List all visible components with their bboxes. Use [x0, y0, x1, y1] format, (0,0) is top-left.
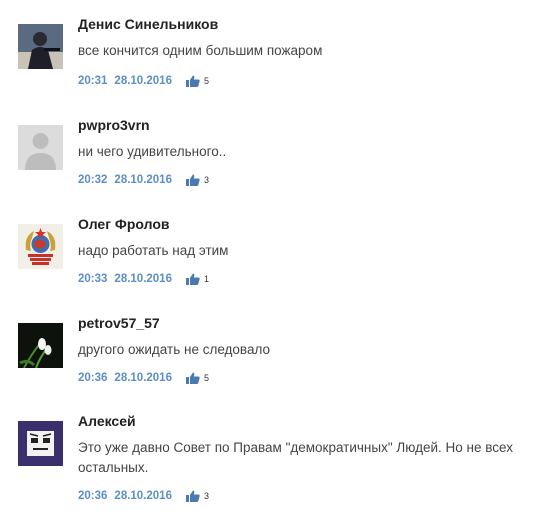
comment-author[interactable]: Олег Фролов [78, 216, 170, 232]
comment-date: 28.10.2016 [114, 372, 172, 384]
comment-author[interactable]: Алексей [78, 413, 136, 429]
comment-author[interactable]: Денис Синельников [78, 16, 218, 32]
comment-meta: 20:36 28.10.2016 3 [78, 490, 209, 502]
comment-time[interactable]: 20:31 [78, 75, 107, 87]
comment-time[interactable]: 20:33 [78, 273, 107, 285]
like-count: 5 [203, 76, 209, 86]
comment-date: 28.10.2016 [114, 490, 172, 502]
comment-date: 28.10.2016 [114, 75, 172, 87]
comment-author[interactable]: petrov57_57 [78, 315, 160, 331]
comment-time[interactable]: 20:36 [78, 490, 107, 502]
thumbs-up-icon [185, 273, 200, 285]
comment-text: другого ожидать не следовало [78, 342, 270, 357]
like-button[interactable]: 3 [185, 174, 209, 186]
thumbs-up-icon [185, 490, 200, 502]
like-button[interactable]: 5 [185, 372, 209, 384]
comment-text: все кончится одним большим пожаром [78, 43, 323, 58]
comment-text: Это уже давно Совет по Правам "демократи… [78, 440, 513, 475]
comment-meta: 20:31 28.10.2016 5 [78, 75, 209, 87]
like-button[interactable]: 3 [185, 490, 209, 502]
comments-list: Денис Синельников все кончится одним бол… [0, 0, 544, 511]
like-count: 5 [203, 373, 209, 383]
comment-meta: 20:32 28.10.2016 3 [78, 174, 209, 186]
like-button[interactable]: 1 [185, 273, 209, 285]
thumbs-up-icon [185, 75, 200, 87]
thumbs-up-icon [185, 372, 200, 384]
like-button[interactable]: 5 [185, 75, 209, 87]
comment-meta: 20:36 28.10.2016 5 [78, 372, 209, 384]
comment-meta: 20:33 28.10.2016 1 [78, 273, 209, 285]
comment-time[interactable]: 20:36 [78, 372, 107, 384]
photo-avatar-icon[interactable] [18, 24, 63, 69]
comment-text: надо работать над этим [78, 243, 229, 258]
comment-text: ни чего удивительного.. [78, 144, 227, 159]
comment-time[interactable]: 20:32 [78, 174, 107, 186]
like-count: 1 [203, 274, 209, 284]
snowdrop-flower-icon[interactable] [18, 323, 63, 368]
ussr-emblem-icon[interactable] [18, 224, 63, 269]
default-user-icon[interactable] [18, 125, 63, 170]
like-count: 3 [203, 491, 209, 501]
thumbs-up-icon [185, 174, 200, 186]
like-count: 3 [203, 175, 209, 185]
comment-date: 28.10.2016 [114, 273, 172, 285]
comment-date: 28.10.2016 [114, 174, 172, 186]
cartoon-face-icon[interactable] [18, 421, 63, 466]
comment-author[interactable]: pwpro3vrn [78, 117, 150, 133]
